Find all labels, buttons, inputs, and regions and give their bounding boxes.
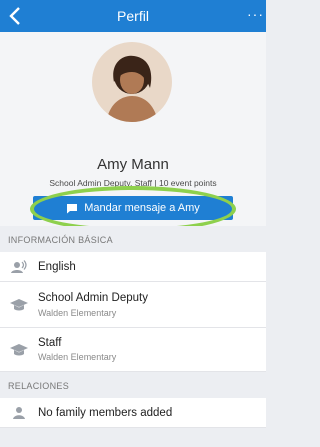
more-horizontal-icon[interactable]: ··· — [247, 6, 264, 22]
top-nav-bar: Perfil ··· — [0, 0, 266, 32]
language-audio-icon — [11, 260, 27, 273]
family-status-text: No family members added — [38, 407, 173, 419]
section-header-label: RELACIONES — [8, 381, 70, 391]
section-header-relations: RELACIONES — [0, 372, 266, 398]
avatar — [92, 42, 172, 122]
profile-subtitle: School Admin Deputy, Staff | 10 event po… — [49, 178, 217, 188]
graduation-cap-icon — [10, 344, 28, 356]
page-title: Perfil — [117, 8, 149, 24]
list-item-role-2[interactable]: Staff Walden Elementary — [0, 328, 266, 372]
section-header-basic-info: INFORMACIÓN BÁSICA — [0, 226, 266, 252]
profile-card: Amy Mann School Admin Deputy, Staff | 10… — [0, 32, 266, 232]
role-title: School Admin Deputy — [38, 292, 148, 304]
section-header-label: INFORMACIÓN BÁSICA — [8, 235, 113, 245]
chat-bubble-icon — [67, 203, 78, 213]
role-school: Walden Elementary — [38, 308, 117, 318]
person-icon — [13, 407, 25, 419]
list-item-family[interactable]: No family members added — [0, 398, 266, 428]
role-title: Staff — [38, 337, 62, 349]
list-item-role-1[interactable]: School Admin Deputy Walden Elementary — [0, 282, 266, 328]
profile-name: Amy Mann — [97, 156, 169, 173]
graduation-cap-icon — [10, 299, 28, 311]
send-message-label: Mandar mensaje a Amy — [84, 202, 200, 214]
send-message-button[interactable]: Mandar mensaje a Amy — [33, 196, 233, 220]
role-school: Walden Elementary — [38, 352, 117, 362]
list-item-language[interactable]: English — [0, 252, 266, 282]
language-text: English — [38, 261, 76, 273]
